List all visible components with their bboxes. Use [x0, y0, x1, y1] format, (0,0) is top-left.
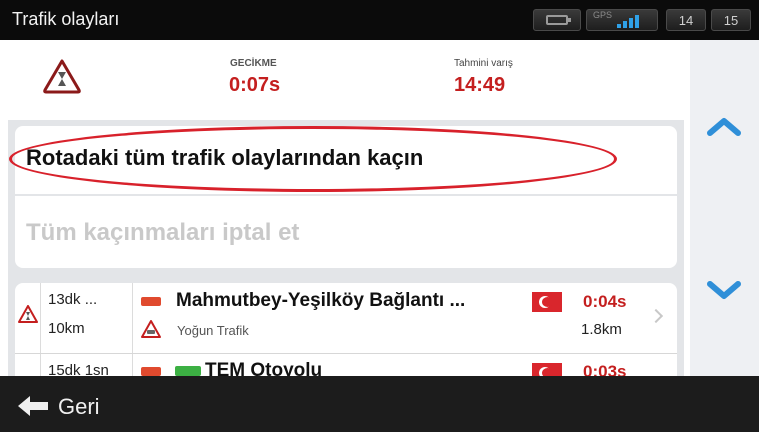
incident-delay: 0:03s — [583, 362, 627, 376]
incident-list: 13dk ... 10km Mahmutbey-Yeşilköy Bağlant… — [15, 283, 677, 376]
incident-time: 15dk 1sn — [48, 362, 109, 376]
status-value-2: 15 — [723, 13, 739, 28]
trip-info-header — [0, 40, 690, 120]
status-value-1: 14 — [678, 13, 694, 28]
traffic-jam-icon — [141, 320, 161, 338]
battery-indicator — [533, 9, 581, 31]
status-box-1: 14 — [666, 9, 706, 31]
gps-label: GPS — [593, 10, 613, 20]
delay-label: GECİKME — [230, 58, 277, 69]
road-code-icon — [141, 297, 161, 306]
screen-title: Trafik olayları — [12, 9, 120, 29]
turkey-flag-icon — [532, 292, 562, 312]
incident-distance: 10km — [48, 320, 85, 337]
scroll-down-icon[interactable] — [706, 280, 742, 300]
incident-length: 1.8km — [581, 321, 622, 338]
arrow-left-icon — [18, 396, 48, 416]
chevron-right-icon — [648, 308, 664, 324]
incident-row[interactable]: 13dk ... 10km Mahmutbey-Yeşilköy Bağlant… — [15, 283, 677, 354]
cancel-all-label: Tüm kaçınmaları iptal et — [26, 219, 300, 246]
incident-time: 13dk ... — [48, 291, 98, 308]
incident-delay: 0:04s — [583, 292, 627, 311]
incident-type: Yoğun Trafik — [177, 323, 249, 338]
traffic-warning-icon — [43, 59, 81, 94]
battery-icon — [546, 15, 571, 25]
status-box-2: 15 — [711, 9, 751, 31]
eta-value: 14:49 — [454, 74, 506, 96]
road-code-icon — [141, 367, 161, 376]
scroll-strip — [690, 40, 759, 376]
scroll-up-icon[interactable] — [706, 116, 742, 136]
turkey-flag-icon — [532, 363, 562, 376]
gps-signal-icon — [617, 14, 651, 28]
back-label: Geri — [58, 394, 100, 419]
incident-warning-icon — [18, 305, 38, 323]
incident-row[interactable]: 15dk 1sn TEM Otoyolu 0:03s — [15, 354, 677, 376]
highway-shield-icon — [175, 366, 201, 376]
highlight-ellipse — [9, 126, 617, 192]
gps-indicator: GPS — [586, 9, 658, 31]
eta-label: Tahmini varış — [454, 58, 513, 69]
incident-road: Mahmutbey-Yeşilköy Bağlantı ... — [176, 290, 466, 311]
incident-road: TEM Otoyolu — [205, 360, 323, 376]
delay-value: 0:07s — [229, 74, 281, 96]
